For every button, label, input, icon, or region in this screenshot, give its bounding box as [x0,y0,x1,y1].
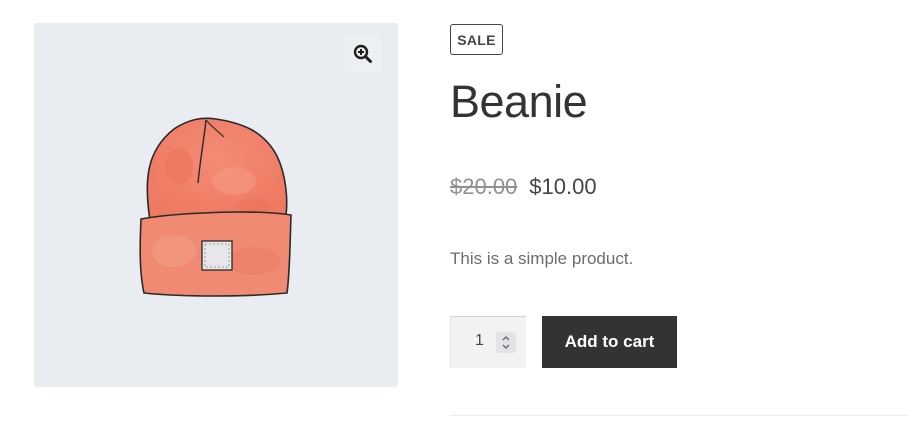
zoom-button[interactable] [345,36,381,72]
price-block: $20.00 $10.00 [450,173,597,201]
product-gallery [34,23,398,387]
product-page: SALE Beanie $20.00 $10.00 This is a simpl… [0,0,914,432]
product-description: This is a simple product. [450,249,634,268]
regular-price: $20.00 [450,174,518,199]
sale-badge: SALE [450,24,503,55]
quantity-input[interactable]: 1 [450,316,526,368]
sale-price: $10.00 [529,174,597,199]
zoom-in-icon [353,44,372,63]
quantity-stepper[interactable] [496,332,516,353]
add-to-cart-button[interactable]: Add to cart [542,316,677,368]
quantity-value: 1 [475,332,484,349]
stepper-arrows-icon [502,336,510,349]
summary-divider [450,415,908,416]
product-title: Beanie [450,76,588,127]
beanie-image[interactable] [134,111,294,297]
